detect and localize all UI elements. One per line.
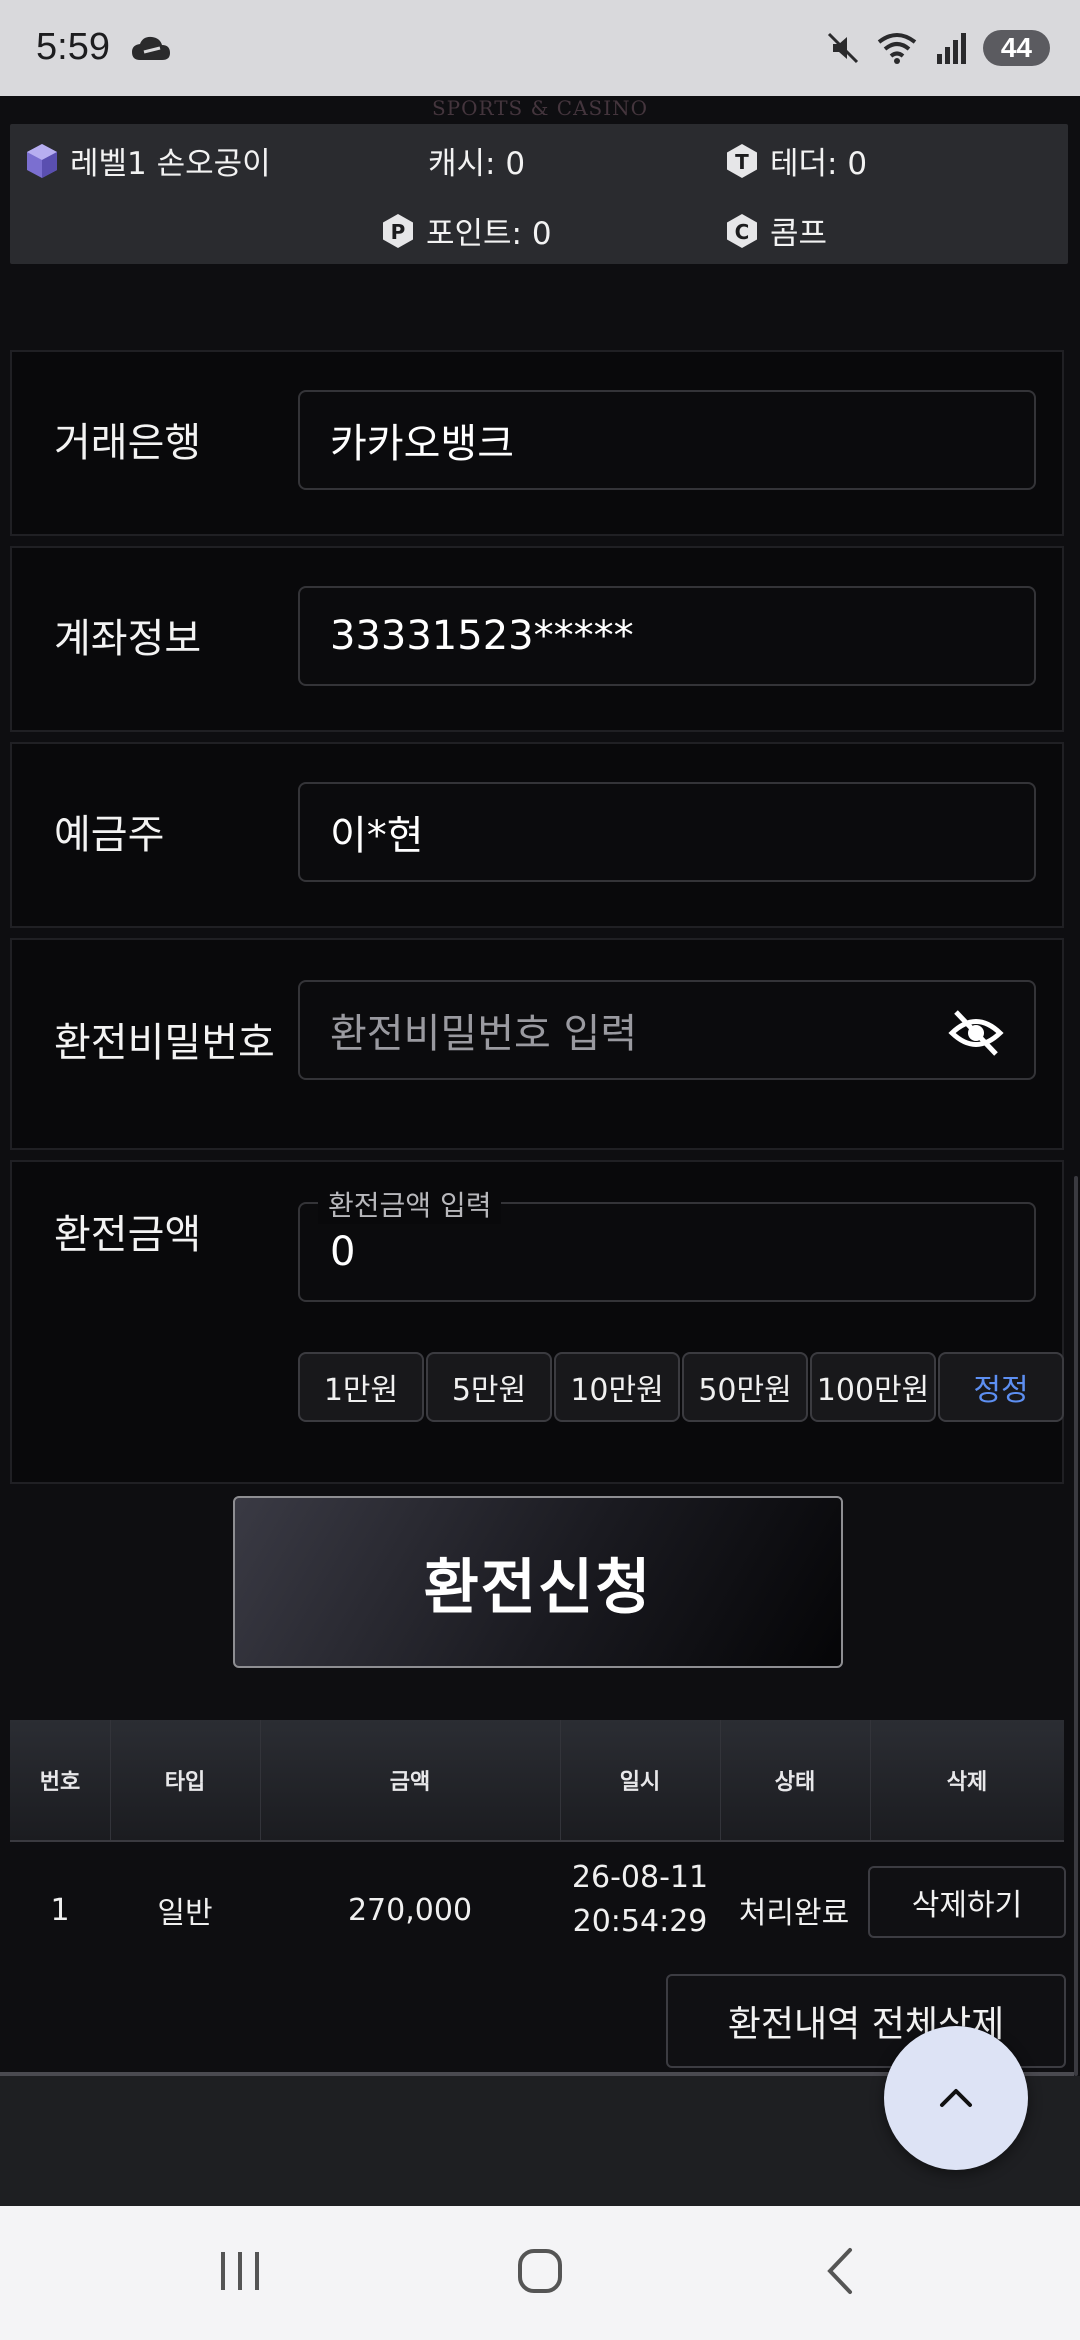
amount-chip-50k[interactable]: 5만원 (426, 1352, 552, 1422)
bank-field[interactable]: 카카오뱅크 (298, 390, 1036, 490)
eye-off-icon[interactable] (948, 1008, 1004, 1058)
app-content: SPORTS & CASINO 레벨1 손오공이 캐시: 0 T 테더: 0 P (0, 96, 1080, 2206)
col-number: 번호 (10, 1720, 111, 1840)
exchange-submit-button[interactable]: 환전신청 (233, 1496, 843, 1668)
comp-label: 콤프 (770, 216, 828, 252)
col-date: 일시 (560, 1720, 721, 1840)
row-date: 26-08-11 (571, 1859, 709, 1895)
amount-chip-1m[interactable]: 100만원 (810, 1352, 936, 1422)
account-field[interactable]: 33331523***** (298, 586, 1036, 686)
status-bar: 5:59 44 (0, 0, 1080, 96)
system-nav-bar (0, 2206, 1080, 2340)
points-item: P 포인트: 0 (380, 208, 552, 253)
signal-icon (936, 33, 966, 64)
col-status: 상태 (720, 1720, 871, 1840)
recent-apps-button[interactable] (200, 2236, 280, 2306)
bank-row: 거래은행 카카오뱅크 (10, 350, 1064, 536)
amount-chip-500k[interactable]: 50만원 (682, 1352, 808, 1422)
scrollbar[interactable] (1074, 1176, 1078, 2076)
amount-chip-100k[interactable]: 10만원 (554, 1352, 680, 1422)
password-label: 환전비밀번호 (54, 1020, 275, 1066)
amount-label: 환전금액 (54, 1212, 202, 1258)
wifi-icon (877, 33, 917, 64)
amount-chip-10k[interactable]: 1만원 (298, 1352, 424, 1422)
level-gem-icon (27, 143, 57, 178)
comp-item[interactable]: C 콤프 (724, 208, 827, 253)
reset-amount-button[interactable]: 정정 (938, 1352, 1064, 1422)
tether-value: 테더: 0 (770, 146, 868, 182)
battery-badge: 44 (982, 30, 1050, 66)
points-value: 포인트: 0 (426, 216, 552, 252)
col-type: 타입 (110, 1720, 261, 1840)
status-icons: 44 (825, 26, 1050, 70)
chevron-up-icon (940, 2089, 972, 2107)
recent-apps-icon (221, 2252, 259, 2290)
comp-icon: C (727, 213, 757, 248)
holder-row: 예금주 이*현 (10, 742, 1064, 928)
col-amount: 금액 (260, 1720, 561, 1840)
account-row: 계좌정보 33331523***** (10, 546, 1064, 732)
amount-row: 환전금액 0 환전금액 입력 1만원 5만원 10만원 50만원 100만원 정… (10, 1160, 1064, 1484)
row-amount: 270,000 (347, 1892, 473, 1928)
amount-float-label: 환전금액 입력 (318, 1184, 502, 1224)
status-time: 5:59 (36, 26, 110, 68)
tether-icon: T (727, 143, 757, 178)
password-row: 환전비밀번호 환전비밀번호 입력 (10, 938, 1064, 1150)
svg-text:P: P (391, 220, 406, 244)
user-info-bar: 레벨1 손오공이 캐시: 0 T 테더: 0 P 포인트: 0 C 콤프 (10, 124, 1068, 264)
points-icon: P (383, 213, 413, 248)
back-icon (827, 2248, 852, 2294)
level-item: 레벨1 손오공이 (24, 138, 271, 183)
password-placeholder: 환전비밀번호 입력 (330, 1011, 638, 1057)
level-name: 레벨1 손오공이 (70, 146, 271, 182)
history-table-header: 번호 타입 금액 일시 상태 삭제 (10, 1720, 1064, 1842)
row-type: 일반 (157, 1896, 213, 1931)
home-button[interactable] (500, 2236, 580, 2306)
row-number: 1 (50, 1892, 70, 1928)
cash-item: 캐시: 0 (428, 138, 525, 183)
mute-icon (827, 32, 858, 64)
back-button[interactable] (800, 2236, 880, 2306)
cloud-icon (132, 36, 170, 60)
home-icon (518, 2249, 562, 2293)
svg-text:T: T (735, 150, 749, 174)
account-label: 계좌정보 (54, 616, 202, 662)
delete-row-button[interactable]: 삭제하기 (868, 1866, 1066, 1938)
bank-label: 거래은행 (54, 420, 202, 466)
holder-field[interactable]: 이*현 (298, 782, 1036, 882)
svg-text:C: C (735, 220, 750, 244)
tether-item: T 테더: 0 (724, 138, 867, 183)
site-logo: SPORTS & CASINO (431, 96, 649, 120)
holder-label: 예금주 (54, 812, 165, 858)
row-status: 처리완료 (738, 1896, 850, 1931)
cash-value: 캐시: 0 (428, 146, 526, 182)
scroll-top-button[interactable] (884, 2026, 1028, 2170)
col-delete: 삭제 (946, 1770, 988, 1795)
password-input[interactable]: 환전비밀번호 입력 (298, 980, 1036, 1080)
row-time: 20:54:29 (572, 1903, 708, 1939)
